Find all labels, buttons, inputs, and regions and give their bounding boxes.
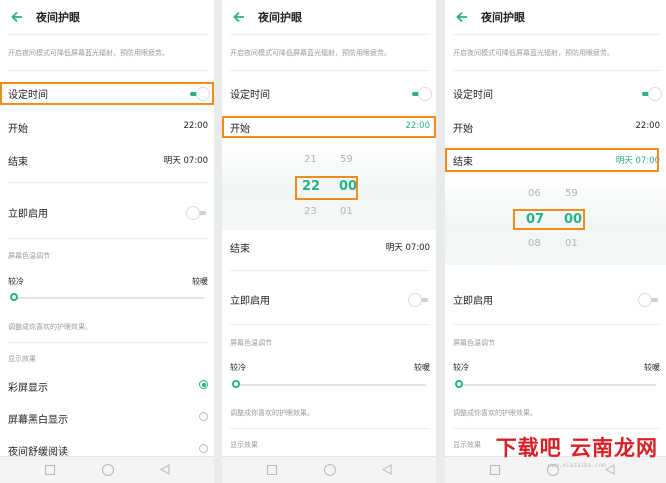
color-temp-section: 屏幕色温调节 (453, 339, 495, 347)
end-label: 结束 (8, 157, 28, 168)
set-time-toggle[interactable] (640, 87, 662, 101)
square-icon[interactable] (45, 465, 55, 475)
screen-start-picker: 夜间护眼 开启夜间模式可降低屏幕蓝光辐射，预防用眼疲劳。 设定时间 开始 22:… (222, 0, 436, 483)
enable-now-toggle[interactable] (408, 293, 430, 307)
slider-thumb[interactable] (10, 293, 18, 301)
color-display-label: 彩屏显示 (8, 383, 48, 394)
hour-prev[interactable]: 21 (304, 154, 317, 165)
screen-settings: 夜间护眼 开启夜间模式可降低屏幕蓝光辐射，预防用眼疲劳。 设定时间 开始 22:… (0, 0, 214, 483)
set-time-row[interactable]: 设定时间 (453, 80, 662, 106)
cooler-label: 较冷 (230, 363, 246, 372)
warmer-label: 较暖 (644, 363, 660, 372)
hour-next[interactable]: 08 (528, 238, 541, 249)
end-label: 结束 (230, 244, 250, 255)
bw-display-label: 屏幕黑白显示 (8, 415, 68, 426)
warmer-label: 较暖 (414, 363, 430, 372)
end-row[interactable]: 结束 明天 07:00 (230, 234, 430, 260)
highlight-box (513, 209, 585, 230)
adjust-hint: 调整成你喜欢的护眼效果。 (8, 323, 92, 331)
radio-selected[interactable] (199, 380, 208, 389)
enable-now-toggle[interactable] (638, 293, 660, 307)
nav-bar (0, 456, 214, 483)
arrow-left-icon[interactable] (10, 10, 24, 24)
description: 开启夜间模式可降低屏幕蓝光辐射，预防用眼疲劳。 (453, 49, 614, 57)
start-row[interactable]: 开始 22:00 (8, 114, 208, 140)
end-row[interactable]: 结束 明天 07:00 (8, 147, 208, 173)
color-temp-section: 屏幕色温调节 (8, 252, 50, 260)
color-temp-slider[interactable] (455, 380, 656, 388)
start-row[interactable]: 开始 22:00 (453, 114, 660, 140)
enable-now-toggle[interactable] (186, 206, 208, 220)
enable-now-label: 立即启用 (453, 296, 493, 307)
description: 开启夜间模式可降低屏幕蓝光辐射，预防用眼疲劳。 (230, 49, 391, 57)
set-time-label: 设定时间 (453, 90, 493, 101)
display-section: 显示效果 (230, 441, 258, 449)
nav-bar (222, 456, 436, 483)
enable-now-label: 立即启用 (230, 296, 270, 307)
adjust-hint: 调整成你喜欢的护眼效果。 (453, 409, 537, 417)
enable-now-label: 立即启用 (8, 209, 48, 220)
color-display-row[interactable]: 彩屏显示 (8, 373, 208, 399)
page-title: 夜间护眼 (36, 11, 80, 24)
circle-icon[interactable] (324, 464, 336, 476)
color-temp-slider[interactable] (232, 380, 426, 388)
screen-end-picker: 夜间护眼 开启夜间模式可降低屏幕蓝光辐射，预防用眼疲劳。 设定时间 开始 22:… (445, 0, 666, 483)
arrow-left-icon[interactable] (455, 10, 469, 24)
minute-prev[interactable]: 59 (340, 154, 353, 165)
enable-now-row[interactable]: 立即启用 (453, 286, 660, 312)
enable-now-row[interactable]: 立即启用 (8, 199, 208, 225)
set-time-label: 设定时间 (230, 90, 270, 101)
warmer-label: 较暖 (192, 277, 208, 286)
watermark-url: www.xiazaiba.com (547, 462, 606, 469)
circle-icon[interactable] (102, 464, 114, 476)
triangle-left-icon[interactable] (160, 464, 170, 475)
header: 夜间护眼 (0, 0, 214, 34)
header: 夜间护眼 (222, 0, 436, 34)
radio-unselected[interactable] (199, 412, 208, 421)
highlight-box (222, 116, 436, 138)
color-temp-section: 屏幕色温调节 (230, 339, 272, 347)
enable-now-row[interactable]: 立即启用 (230, 286, 430, 312)
slider-thumb[interactable] (232, 380, 240, 388)
end-value: 明天 07:00 (163, 156, 208, 166)
set-time-toggle[interactable] (410, 87, 432, 101)
header: 夜间护眼 (445, 0, 666, 34)
minute-prev[interactable]: 59 (565, 188, 578, 199)
triangle-left-icon[interactable] (382, 464, 392, 475)
set-time-row[interactable]: 设定时间 (230, 80, 432, 106)
end-value: 明天 07:00 (385, 243, 430, 253)
description: 开启夜间模式可降低屏幕蓝光辐射，预防用眼疲劳。 (8, 49, 169, 57)
radio-unselected[interactable] (199, 444, 208, 453)
bw-display-row[interactable]: 屏幕黑白显示 (8, 405, 208, 431)
start-label: 开始 (8, 124, 28, 135)
hour-next[interactable]: 23 (304, 206, 317, 217)
arrow-left-icon[interactable] (232, 10, 246, 24)
display-section: 显示效果 (8, 355, 36, 363)
hour-prev[interactable]: 06 (528, 188, 541, 199)
cooler-label: 较冷 (8, 277, 24, 286)
page-title: 夜间护眼 (481, 11, 525, 24)
watermark: 下载吧 云南龙网 www.xiazaiba.com (496, 432, 658, 469)
highlight-box (0, 82, 214, 105)
square-icon[interactable] (267, 465, 277, 475)
page-title: 夜间护眼 (258, 11, 302, 24)
minute-next[interactable]: 01 (340, 206, 353, 217)
minute-next[interactable]: 01 (565, 238, 578, 249)
start-label: 开始 (453, 124, 473, 135)
start-value: 22:00 (635, 121, 661, 131)
adjust-hint: 调整成你喜欢的护眼效果。 (230, 409, 314, 417)
slider-thumb[interactable] (455, 380, 463, 388)
watermark-text: 下载吧 云南龙网 (495, 435, 658, 460)
highlight-box (445, 148, 659, 172)
start-value: 22:00 (183, 121, 209, 131)
cooler-label: 较冷 (453, 363, 469, 372)
color-temp-slider[interactable] (10, 293, 204, 301)
display-section: 显示效果 (453, 441, 481, 449)
highlight-box (295, 176, 358, 200)
